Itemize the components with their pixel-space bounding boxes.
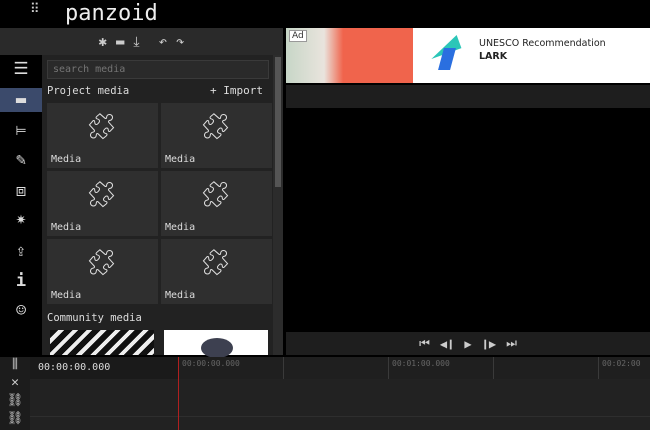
ad-badge: Ad <box>289 30 307 42</box>
export-icon[interactable]: ⇪ <box>0 239 42 263</box>
side-nav: ☰ ▬ ⊨ ✎ ⧈ ✷ ⇪ i ☺ <box>0 55 42 355</box>
emoji-icon[interactable]: ☺ <box>0 299 42 323</box>
ruler-tick: 00:00:00.000 <box>178 357 240 379</box>
track-divider <box>30 416 650 417</box>
timeline: ⫼ ✕ ⛓ ⛓ 00:00:00.000 00:00:00.000 00:01:… <box>0 357 650 430</box>
top-bar: ⠿ panzoid <box>0 0 650 28</box>
puzzle-icon: 🧩︎ <box>85 112 119 142</box>
toolbar: ✱ ▬ ⤓ ↶ ↷ <box>0 28 283 55</box>
media-tile[interactable]: 🧩︎ Media <box>161 103 272 168</box>
split-icon[interactable]: ⫼ <box>0 357 30 375</box>
ruler-tick: 00:01:00.000 <box>388 357 450 379</box>
unlink-icon[interactable]: ⛓ <box>0 411 30 429</box>
puzzle-icon: 🧩︎ <box>199 112 233 142</box>
puzzle-icon: 🧩︎ <box>85 248 119 278</box>
community-thumbnail[interactable] <box>50 330 154 355</box>
ruler-tick-minor <box>493 357 497 379</box>
ad-banner[interactable]: Ad UNESCO Recommendation LARK <box>286 28 650 83</box>
media-tile[interactable]: 🧩︎ Media <box>47 171 158 236</box>
video-preview[interactable] <box>286 108 650 330</box>
puzzle-icon: 🧩︎ <box>199 180 233 210</box>
step-forward-icon[interactable]: ❙▶ <box>482 337 496 351</box>
community-media-label: Community media <box>47 312 142 324</box>
media-tile[interactable]: 🧩︎ Media <box>47 103 158 168</box>
search-media-input[interactable] <box>47 60 269 79</box>
community-thumbnail[interactable] <box>164 330 268 358</box>
media-tile[interactable]: 🧩︎ Media <box>161 171 272 236</box>
preview-header <box>286 85 650 108</box>
ruler-tick: 00:02:00 <box>598 357 641 379</box>
skip-end-icon[interactable]: ⏭ <box>506 336 517 351</box>
media-panel: Project media + Import 🧩︎Media 🧩︎Media 🧩… <box>42 55 283 358</box>
timeline-nav-icon[interactable]: ⊨ <box>0 119 42 143</box>
undo-icon[interactable]: ↶ <box>159 34 167 50</box>
import-button[interactable]: + Import <box>210 84 263 97</box>
step-back-icon[interactable]: ◀❙ <box>440 337 454 351</box>
folder-icon[interactable]: ▬ <box>116 34 124 50</box>
delete-icon[interactable]: ✕ <box>0 375 30 393</box>
play-icon[interactable]: ▶ <box>464 337 471 351</box>
ad-title: UNESCO Recommendation <box>479 38 606 49</box>
info-icon[interactable]: i <box>0 269 42 293</box>
link-icon[interactable]: ⛓ <box>0 393 30 411</box>
media-tile[interactable]: 🧩︎ Media <box>47 239 158 304</box>
playhead[interactable] <box>178 357 179 430</box>
hamburger-icon[interactable]: ☰ <box>0 57 42 81</box>
puzzle-icon: 🧩︎ <box>85 180 119 210</box>
burst-icon[interactable]: ✷ <box>0 207 42 231</box>
new-project-icon[interactable]: ✱ <box>99 34 107 50</box>
timeline-ruler[interactable]: 00:00:00.000 00:01:00.000 00:02:00 <box>178 357 650 379</box>
media-scrollbar[interactable] <box>273 55 283 355</box>
skip-start-icon[interactable]: ⏮ <box>419 336 430 351</box>
pencil-icon[interactable]: ✎ <box>0 148 42 172</box>
puzzle-icon: 🧩︎ <box>199 248 233 278</box>
ad-brand: LARK <box>479 51 508 62</box>
cube-icon[interactable]: ⧈ <box>0 179 42 203</box>
grid-menu-icon[interactable]: ⠿ <box>30 3 46 16</box>
folder-nav-icon[interactable]: ▬ <box>0 88 42 112</box>
project-media-label: Project media <box>47 85 130 97</box>
redo-icon[interactable]: ↷ <box>176 34 184 50</box>
timeline-tools: ⫼ ✕ ⛓ ⛓ <box>0 357 30 430</box>
playback-controls: ⏮ ◀❙ ▶ ❙▶ ⏭ <box>286 332 650 355</box>
current-time: 00:00:00.000 <box>30 357 178 379</box>
logo[interactable]: panzoid <box>65 1 158 26</box>
download-icon[interactable]: ⤓ <box>133 34 139 50</box>
media-tile[interactable]: 🧩︎ Media <box>161 239 272 304</box>
ruler-tick-minor <box>283 357 287 379</box>
